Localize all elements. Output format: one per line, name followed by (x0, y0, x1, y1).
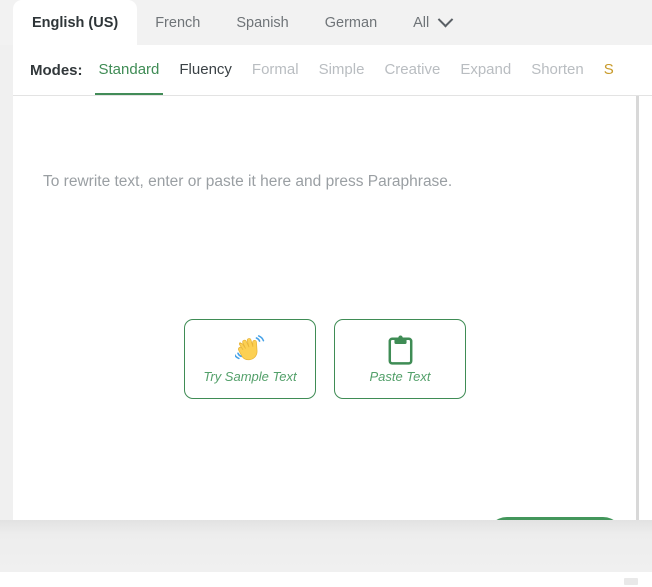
chevron-down-icon (437, 11, 454, 28)
waving-hand-icon (235, 334, 265, 365)
editor-placeholder: To rewrite text, enter or paste it here … (43, 173, 453, 190)
mode-creative[interactable]: Creative (384, 61, 440, 80)
language-tab-german[interactable]: German (307, 0, 395, 45)
mode-overflow-partial[interactable]: S (604, 61, 614, 80)
language-tab-bar: English (US) French Spanish German All (0, 0, 652, 45)
language-tab-spanish[interactable]: Spanish (218, 0, 306, 45)
paraphraser-card: Modes: Standard Fluency Formal Simple Cr… (13, 45, 652, 565)
mode-formal[interactable]: Formal (252, 61, 299, 80)
language-tab-label: German (324, 14, 378, 31)
clipboard-icon (387, 335, 414, 365)
language-tab-label: All (413, 14, 430, 31)
try-sample-text-button[interactable]: Try Sample Text (184, 319, 316, 399)
language-tab-label: Spanish (236, 14, 289, 31)
paste-text-button[interactable]: Paste Text (334, 319, 466, 399)
editor-cta-group: Try Sample Text Paste Text (13, 319, 637, 399)
bottom-white-strip (0, 572, 652, 587)
mode-expand[interactable]: Expand (460, 61, 511, 80)
card-top-divider (13, 95, 652, 96)
bottom-gradient-band (0, 520, 652, 572)
paste-text-label: Paste Text (369, 368, 431, 384)
mode-shorten[interactable]: Shorten (531, 61, 584, 80)
mode-standard[interactable]: Standard (94, 61, 164, 95)
panel-vertical-divider (636, 96, 639, 520)
text-input-area[interactable]: To rewrite text, enter or paste it here … (13, 96, 637, 520)
language-tab-all[interactable]: All (395, 0, 461, 45)
language-tab-french[interactable]: French (137, 0, 218, 45)
mode-fluency[interactable]: Fluency (179, 61, 232, 80)
try-sample-text-label: Try Sample Text (203, 368, 297, 384)
language-tab-label: English (US) (32, 14, 119, 31)
modes-label: Modes: (30, 61, 83, 79)
language-tab-english-us[interactable]: English (US) (13, 0, 138, 45)
corner-artifact (624, 578, 638, 585)
language-tab-label: French (155, 14, 201, 31)
mode-simple[interactable]: Simple (319, 61, 365, 80)
modes-bar: Modes: Standard Fluency Formal Simple Cr… (13, 45, 652, 95)
paraphraser-app: English (US) French Spanish German All M… (0, 0, 652, 587)
